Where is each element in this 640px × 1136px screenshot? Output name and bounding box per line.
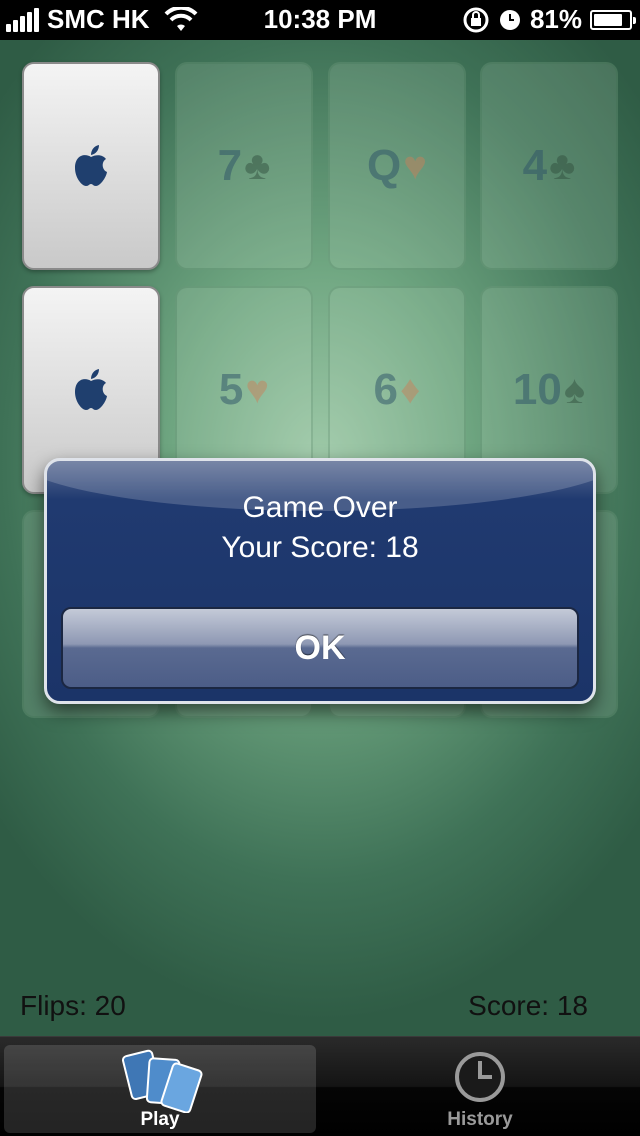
card-rank: 7 — [217, 141, 243, 190]
alert-title: Game Over — [242, 491, 398, 524]
status-bar: SMC HK 10:38 PM 81% — [0, 0, 640, 40]
card-suit-icon: ♥ — [403, 143, 427, 188]
card-rank: 10 — [512, 365, 562, 414]
card-face-down[interactable] — [22, 62, 160, 270]
card-rank: 5 — [218, 365, 244, 414]
ok-button[interactable]: OK — [61, 607, 579, 689]
alert-message: Your Score: 18 — [221, 531, 419, 564]
tab-history[interactable]: History — [324, 1045, 636, 1133]
card-matched: 4 ♣ — [480, 62, 618, 270]
card-matched: Q ♥ — [328, 62, 466, 270]
card-suit-icon: ♦ — [400, 367, 421, 412]
alarm-icon — [499, 9, 520, 30]
card-suit-icon: ♣ — [549, 143, 576, 188]
battery-fill — [594, 13, 622, 26]
card-suit-icon: ♣ — [244, 143, 271, 188]
card-rank: 4 — [522, 141, 548, 190]
rotation-lock-icon — [463, 7, 489, 32]
tab-play-label: Play — [140, 1109, 180, 1130]
game-over-alert: Game Over Your Score: 18 OK — [44, 458, 596, 704]
cards-icon — [121, 1049, 203, 1113]
tab-history-label: History — [447, 1109, 513, 1130]
battery-icon — [590, 9, 636, 30]
apple-icon — [75, 369, 107, 410]
score-label: Score: 18 — [468, 990, 588, 1021]
card-matched: 7 ♣ — [175, 62, 313, 270]
clock-icon — [455, 1052, 505, 1102]
card-rank: 6 — [373, 365, 399, 414]
apple-icon — [75, 145, 107, 186]
tab-bar: Play History — [0, 1036, 640, 1136]
flips-counter: Flips: 20 — [20, 990, 126, 1021]
card-rank: Q — [367, 141, 402, 190]
battery-percent: 81% — [529, 4, 582, 34]
tab-play[interactable]: Play — [4, 1045, 316, 1133]
card-suit-icon: ♠ — [563, 367, 586, 412]
card-suit-icon: ♥ — [245, 367, 270, 412]
